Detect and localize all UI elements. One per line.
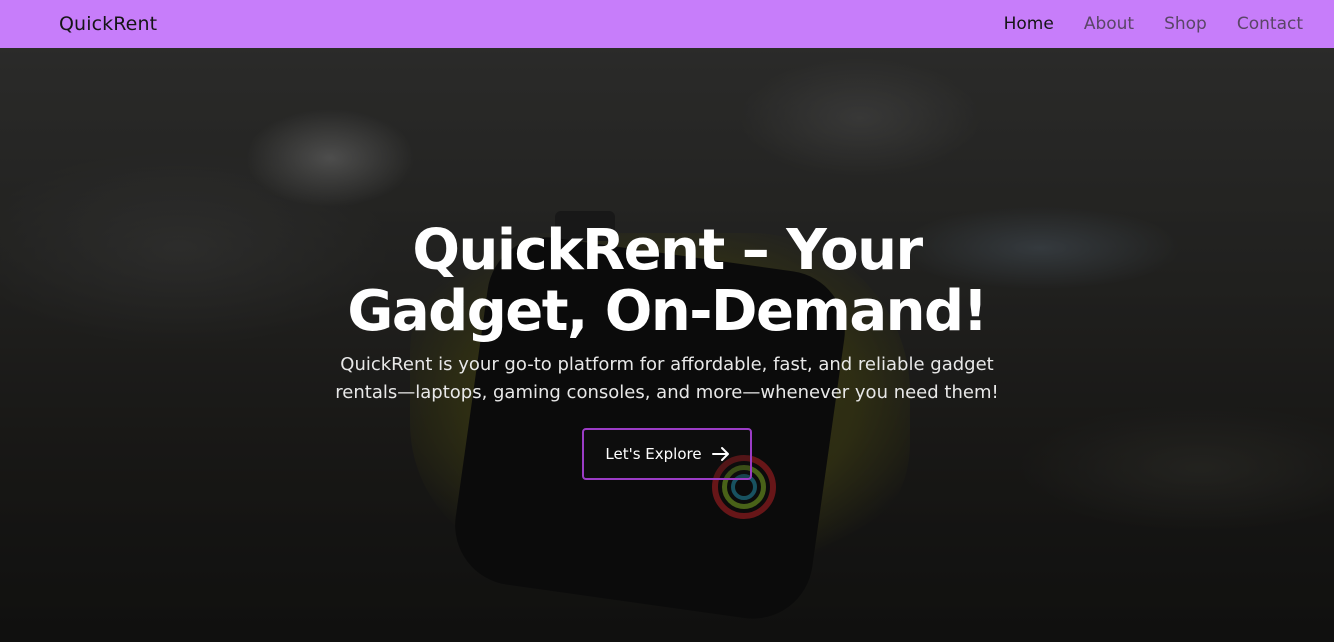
nav-item-about: About	[1084, 14, 1134, 34]
arrow-right-icon	[711, 447, 729, 461]
explore-button-label: Let's Explore	[605, 445, 702, 463]
hero-description: QuickRent is your go-to platform for aff…	[335, 354, 999, 403]
nav-item-shop: Shop	[1164, 14, 1207, 34]
nav-link-about[interactable]: About	[1084, 14, 1134, 34]
hero-title: QuickRent – Your Gadget, On-Demand!	[347, 218, 988, 344]
top-navbar: QuickRent Home About Shop Contact	[0, 0, 1334, 48]
hero-content: QuickRent – Your Gadget, On-Demand! Quic…	[0, 220, 1334, 480]
nav-link-contact[interactable]: Contact	[1237, 14, 1303, 34]
nav-link-home[interactable]: Home	[1004, 14, 1054, 34]
nav-link-shop[interactable]: Shop	[1164, 14, 1207, 34]
hero-section: QuickRent – Your Gadget, On-Demand! Quic…	[0, 48, 1334, 642]
nav-item-contact: Contact	[1237, 14, 1303, 34]
nav-item-home: Home	[1004, 14, 1054, 34]
explore-button[interactable]: Let's Explore	[582, 428, 752, 480]
nav-links: Home About Shop Contact	[1004, 14, 1303, 34]
brand-logo[interactable]: QuickRent	[59, 13, 157, 35]
